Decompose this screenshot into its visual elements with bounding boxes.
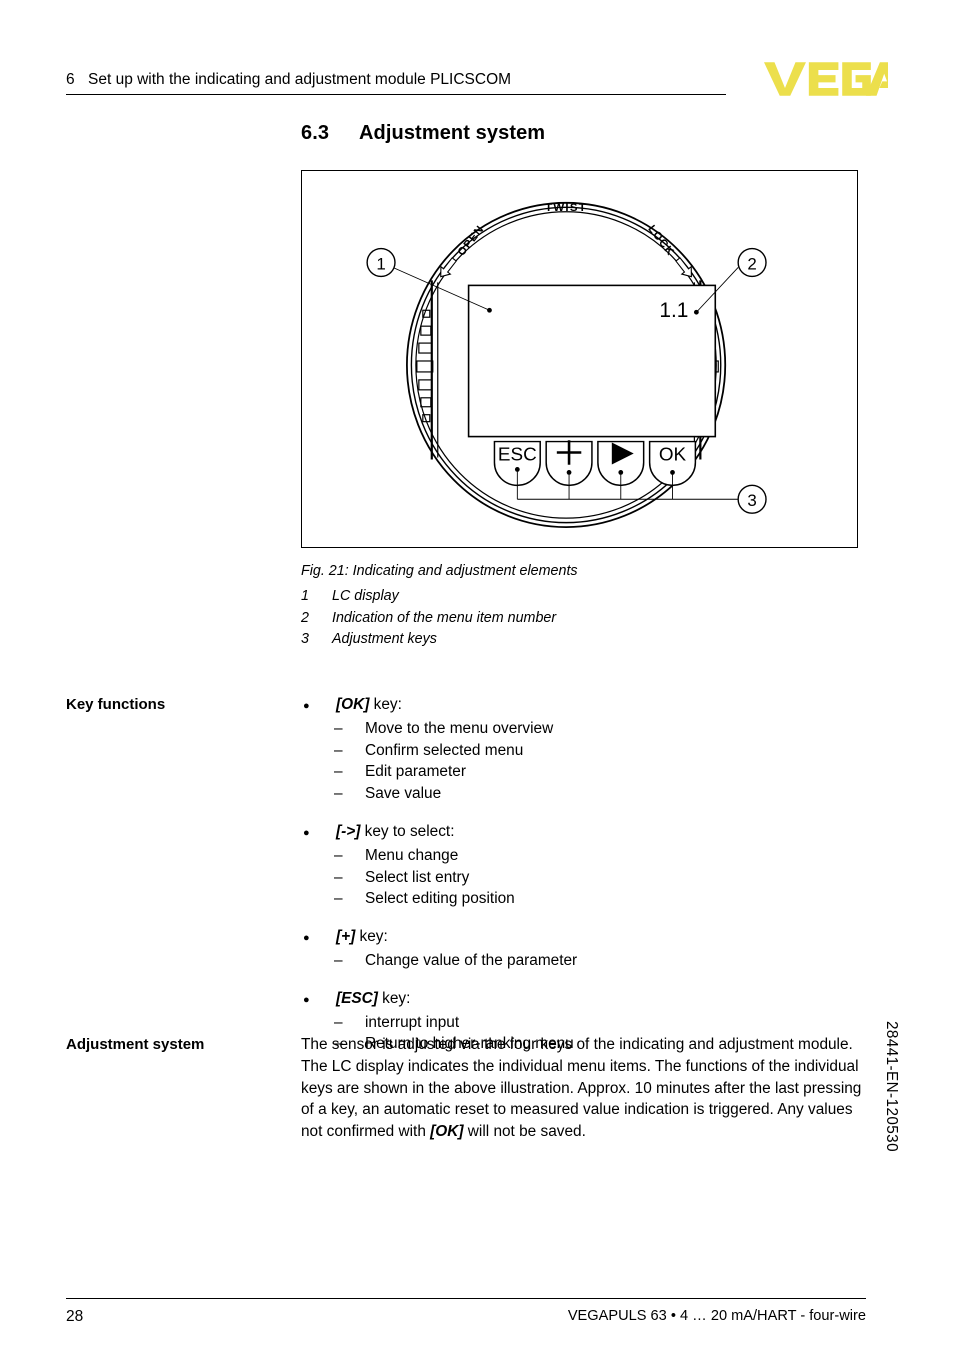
key-function-group: ● [->] key to select: – Menu change – Select … [301,821,866,910]
key-name: [ESC] [336,989,378,1007]
running-header: 6 Set up with the indicating and adjustm… [66,70,726,95]
callout-1: 1 [366,247,396,278]
section-number: 6.3 [301,122,330,144]
figure-legend-row: 2 Indication of the menu item number [301,608,556,630]
callout-3: 3 [737,484,767,514]
key-functions-content: ● [OK] key: – Move to the menu overview – Con… [301,694,866,1055]
key-function-heading: ● [ESC] key: [301,988,866,1012]
plicscom-diagram: 1.1 TWIST OPEN LOCK ESC OK 1 2 3 [366,202,767,529]
key-functions-label: Key functions [66,696,166,713]
key-function-item-text: Confirm selected menu [365,741,524,759]
key-function-heading-text: [ESC] key: [336,989,411,1007]
bullet-icon: ● [303,826,310,839]
key-function-item-text: Move to the menu overview [365,719,554,737]
key-function-item: – Menu change [301,845,866,867]
header-text-row: 6 Set up with the indicating and adjustm… [66,70,726,90]
header-chapter-number: 6 [66,71,75,88]
twist-label: TWIST [545,202,587,214]
key-function-heading-text: [+] key: [336,928,388,946]
figure-legend-text: Adjustment keys [332,631,437,647]
key-function-heading-text: [OK] key: [336,696,402,713]
adjustment-keys-group: ESC OK [493,440,697,486]
dash-icon: – [334,951,343,969]
key-function-item-text: Edit parameter [365,763,466,781]
dash-icon: – [334,785,343,803]
dash-icon: – [334,719,343,737]
section-heading: 6.3 Adjustment system [301,122,545,145]
dash-icon: – [334,741,343,759]
figure-caption: Fig. 21: Indicating and adjustment eleme… [301,563,578,579]
key-function-group: ● [+] key: – Change value of the parameter [301,926,866,972]
menu-item-number: 1.1 [659,299,688,322]
header-chapter-title: Set up with the indicating and adjustmen… [88,71,512,88]
footer-rule [66,1298,866,1299]
bullet-icon: ● [303,700,310,712]
key-function-item-text: Menu change [365,846,459,864]
header-rule [66,94,726,95]
key-function-item: – Change value of the parameter [301,950,866,972]
vega-logo [764,59,903,99]
key-function-item: – interrupt input [301,1012,866,1034]
key-function-heading: ● [->] key to select: [301,821,866,845]
open-label: OPEN [456,223,487,258]
left-grip-notches [416,309,434,423]
key-function-heading: ● [OK] key: [301,694,866,718]
dash-icon: – [334,1013,343,1031]
key-function-item: – Select editing position [301,888,866,910]
key-function-item: – Move to the menu overview [301,718,866,740]
key-function-item: – Save value [301,783,866,805]
bullet-icon: ● [303,993,310,1006]
figure-frame: 1.1 TWIST OPEN LOCK ESC OK 1 2 3 [301,170,858,548]
adjustment-system-block: Adjustment system The sensor is adjusted… [66,1034,866,1143]
figure-legend-row: 3 Adjustment keys [301,629,556,651]
key-function-item-text: interrupt input [365,1013,460,1031]
footer-product-line: VEGAPULS 63 • 4 … 20 mA/HART - four-wire [567,1308,866,1324]
callout-3-label: 3 [747,491,756,510]
figure-legend-index: 2 [301,609,309,626]
key-function-item: – Select list entry [301,867,866,889]
key-function-item-text: Change value of the parameter [365,951,578,969]
callout-2-label: 2 [747,254,756,273]
figure-legend-text: LC display [332,588,399,604]
document-number: 28441-EN-120530 [883,1020,900,1152]
key-function-item-text: Save value [365,785,442,803]
key-function-item-text: Select editing position [365,890,515,908]
adjustment-system-label: Adjustment system [66,1036,205,1053]
key-ok-label: OK [659,444,687,465]
dash-icon: – [334,846,343,864]
callout-2: 2 [737,247,767,278]
key-function-heading: ● [+] key: [301,926,866,950]
key-function-item: – Edit parameter [301,761,866,783]
key-name: [OK] [336,696,370,713]
figure-legend-row: 1 LC display [301,586,556,608]
dash-icon: – [334,890,343,908]
key-function-item: – Confirm selected menu [301,740,866,762]
key-name: [+] [336,928,356,946]
dash-icon: – [334,763,343,781]
key-function-heading-text: [->] key to select: [336,822,455,840]
callout-1-label: 1 [376,254,385,273]
key-function-item-text: Select list entry [365,868,470,886]
section-title: Adjustment system [359,122,546,144]
paragraph-part-2: will not be saved. [463,1123,586,1141]
lock-label: LOCK [645,223,676,258]
paragraph-ok-emphasis: [OK] [430,1123,464,1141]
dash-icon: – [334,868,343,886]
figure-legend-text: Indication of the menu item number [332,609,557,626]
figure-legend-index: 1 [301,588,309,604]
key-functions-block: Key functions ● [OK] key: – Move to the men… [66,694,866,1055]
figure-legend: 1 LC display 2 Indication of the menu item … [301,586,556,651]
key-esc-label: ESC [498,444,537,465]
key-function-group: ● [OK] key: – Move to the menu overview – Con… [301,694,866,805]
figure-legend-index: 3 [301,631,309,647]
key-name: [->] [336,822,361,840]
adjustment-system-paragraph: The sensor is adjusted via the four keys… [301,1034,866,1143]
bullet-icon: ● [303,932,310,945]
